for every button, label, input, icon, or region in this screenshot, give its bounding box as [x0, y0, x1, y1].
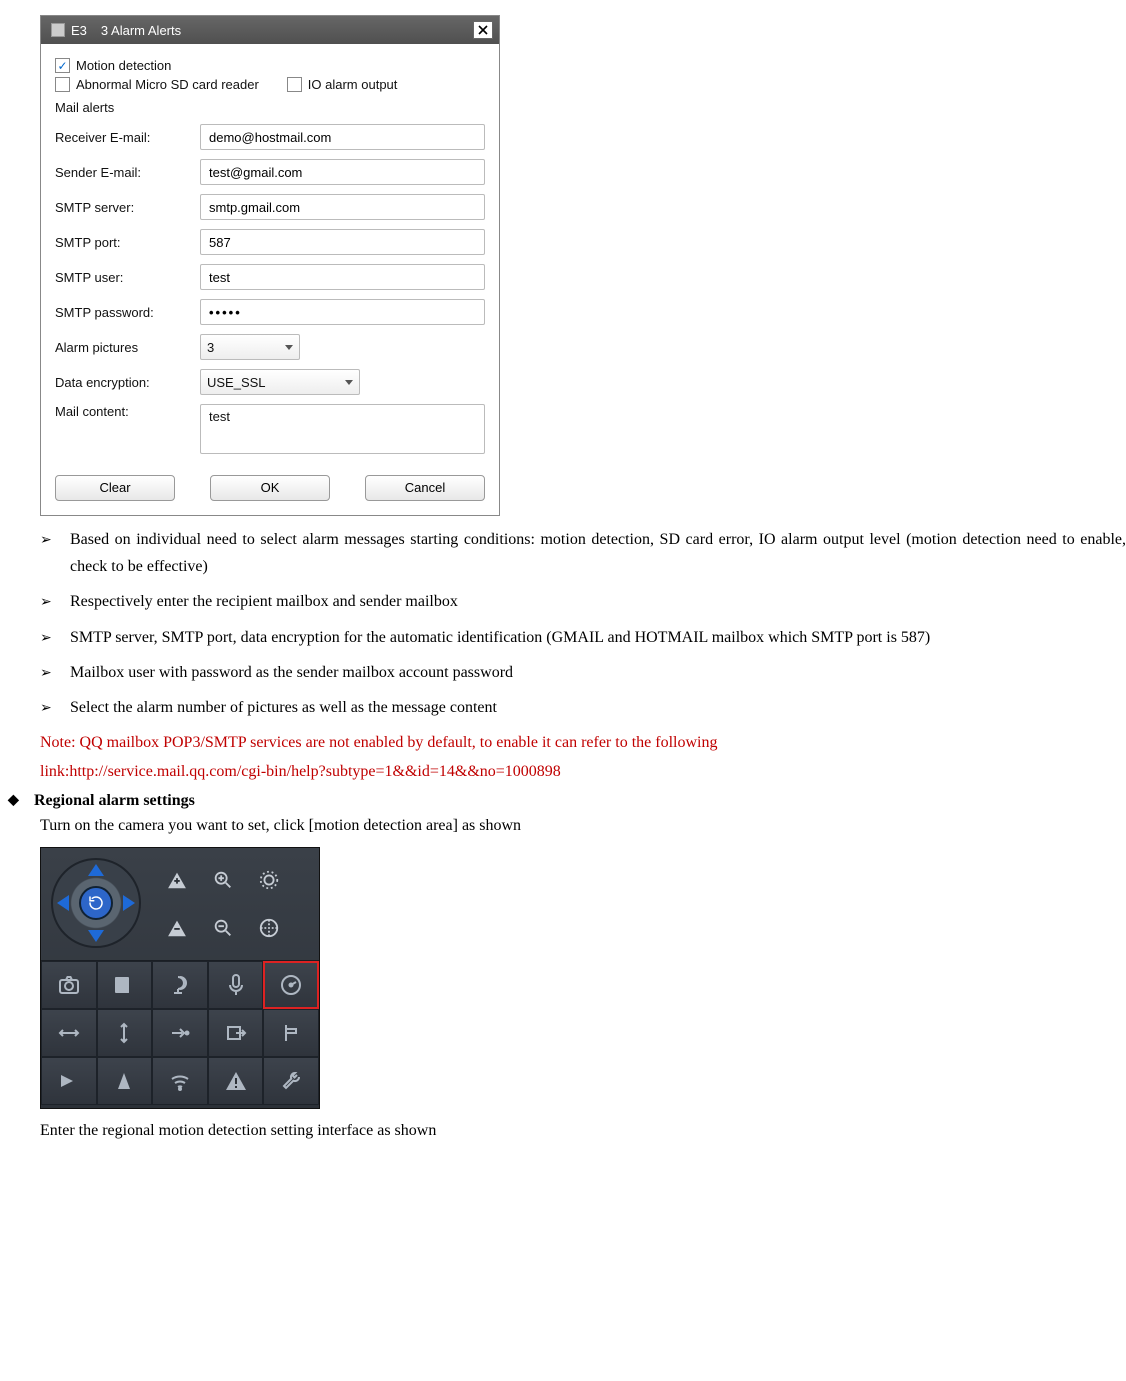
sender-input[interactable]: [200, 159, 485, 185]
receiver-label: Receiver E-mail:: [55, 130, 200, 145]
list-item: ➢SMTP server, SMTP port, data encryption…: [40, 624, 1126, 651]
alarm-pictures-select[interactable]: 3: [200, 334, 300, 360]
smtp-port-label: SMTP port:: [55, 235, 200, 250]
bullet-arrow-icon: ➢: [40, 694, 70, 721]
alarm-pictures-value: 3: [207, 340, 214, 355]
motion-detection-area-icon[interactable]: [263, 961, 319, 1009]
section-heading: Regional alarm settings: [34, 792, 195, 810]
default-icon[interactable]: [41, 1057, 97, 1105]
dialog-title: E3 3 Alarm Alerts: [71, 23, 473, 38]
smtp-server-label: SMTP server:: [55, 200, 200, 215]
pan-left-icon[interactable]: [57, 895, 69, 911]
zoom-out-icon[interactable]: [203, 907, 243, 949]
alarm-icon[interactable]: [208, 1057, 264, 1105]
ptz-dpad[interactable]: [51, 858, 141, 948]
list-item: ➢Mailbox user with password as the sende…: [40, 659, 1126, 686]
smtp-password-label: SMTP password:: [55, 305, 200, 320]
frequency-icon[interactable]: [263, 1009, 319, 1057]
section-intro: Turn on the camera you want to set, clic…: [40, 812, 1126, 839]
pan-right-icon[interactable]: [123, 895, 135, 911]
mail-alerts-heading: Mail alerts: [55, 100, 485, 115]
ok-button[interactable]: OK: [210, 475, 330, 501]
ptz-home-icon[interactable]: [79, 886, 113, 920]
io-alarm-label: IO alarm output: [308, 77, 398, 92]
zoom-in-triangle-icon[interactable]: [157, 859, 197, 901]
smtp-server-input[interactable]: [200, 194, 485, 220]
sd-card-label: Abnormal Micro SD card reader: [76, 77, 259, 92]
encryption-label: Data encryption:: [55, 375, 200, 390]
dialog-body: Motion detection Abnormal Micro SD card …: [41, 44, 499, 475]
smtp-user-input[interactable]: [200, 264, 485, 290]
chevron-down-icon: [345, 380, 353, 385]
mail-content-label: Mail content:: [55, 404, 200, 419]
iris-close-icon[interactable]: [249, 907, 289, 949]
flip-horizontal-icon[interactable]: [41, 1009, 97, 1057]
camera-control-panel: [40, 847, 320, 1109]
io-alarm-checkbox[interactable]: [287, 77, 302, 92]
bullet-arrow-icon: ➢: [40, 624, 70, 651]
iris-open-icon[interactable]: [249, 859, 289, 901]
smtp-password-input[interactable]: [200, 299, 485, 325]
settings-icon[interactable]: [263, 1057, 319, 1105]
mail-content-textarea[interactable]: test: [200, 404, 485, 454]
flip-vertical-icon[interactable]: [97, 1009, 153, 1057]
dialog-app-icon: [51, 23, 65, 37]
mail-form: Receiver E-mail: Sender E-mail: SMTP ser…: [55, 124, 485, 454]
smtp-user-label: SMTP user:: [55, 270, 200, 285]
wifi-icon[interactable]: [152, 1057, 208, 1105]
bullet-arrow-icon: ➢: [40, 588, 70, 615]
sender-label: Sender E-mail:: [55, 165, 200, 180]
instruction-list: ➢Based on individual need to select alar…: [40, 526, 1126, 721]
dialog-titlebar[interactable]: E3 3 Alarm Alerts: [41, 16, 499, 44]
motion-detection-label: Motion detection: [76, 58, 171, 73]
close-icon[interactable]: [473, 21, 493, 39]
encryption-value: USE_SSL: [207, 375, 266, 390]
note-line-2: link:http://service.mail.qq.com/cgi-bin/…: [40, 758, 1126, 785]
alarm-alerts-dialog: E3 3 Alarm Alerts Motion detection Abnor…: [40, 15, 500, 516]
set-preset-icon[interactable]: [208, 1009, 264, 1057]
section-outro: Enter the regional motion detection sett…: [40, 1117, 1126, 1144]
microphone-icon[interactable]: [208, 961, 264, 1009]
dialog-button-bar: Clear OK Cancel: [41, 475, 499, 515]
priority-icon[interactable]: [97, 1057, 153, 1105]
goto-preset-icon[interactable]: [152, 1009, 208, 1057]
pan-up-icon[interactable]: [88, 864, 104, 876]
diamond-bullet-icon: ◆: [8, 792, 34, 809]
motion-detection-checkbox[interactable]: [55, 58, 70, 73]
alarm-pictures-label: Alarm pictures: [55, 340, 200, 355]
zoom-out-triangle-icon[interactable]: [157, 907, 197, 949]
receiver-input[interactable]: [200, 124, 485, 150]
list-item: ➢Select the alarm number of pictures as …: [40, 694, 1126, 721]
chevron-down-icon: [285, 345, 293, 350]
cancel-button[interactable]: Cancel: [365, 475, 485, 501]
zoom-in-icon[interactable]: [203, 859, 243, 901]
audio-icon[interactable]: [152, 961, 208, 1009]
section-heading-row: ◆ Regional alarm settings: [8, 792, 1126, 810]
smtp-port-input[interactable]: [200, 229, 485, 255]
bullet-arrow-icon: ➢: [40, 659, 70, 686]
record-icon[interactable]: [97, 961, 153, 1009]
pan-down-icon[interactable]: [88, 930, 104, 942]
bullet-arrow-icon: ➢: [40, 526, 70, 580]
list-item: ➢Respectively enter the recipient mailbo…: [40, 588, 1126, 615]
note-line-1: Note: QQ mailbox POP3/SMTP services are …: [40, 729, 1126, 756]
clear-button[interactable]: Clear: [55, 475, 175, 501]
sd-card-checkbox[interactable]: [55, 77, 70, 92]
list-item: ➢Based on individual need to select alar…: [40, 526, 1126, 580]
snapshot-icon[interactable]: [41, 961, 97, 1009]
encryption-select[interactable]: USE_SSL: [200, 369, 360, 395]
